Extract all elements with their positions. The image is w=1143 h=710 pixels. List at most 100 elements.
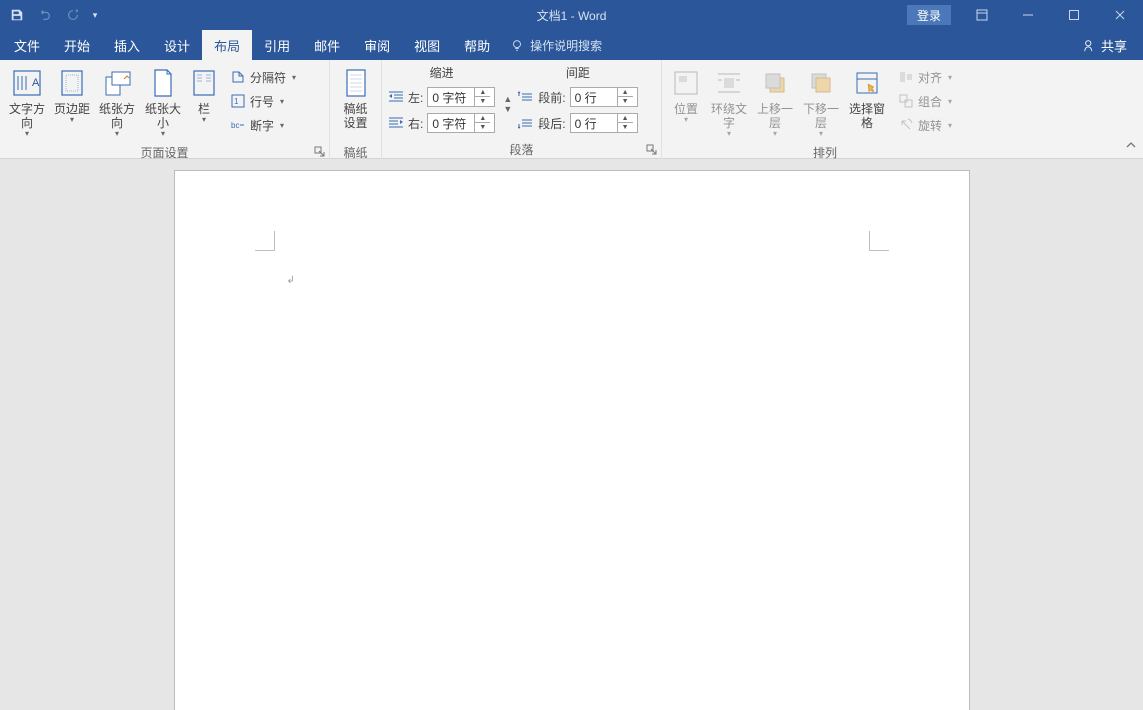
login-button[interactable]: 登录	[907, 5, 951, 25]
margin-corner-tr-icon	[869, 231, 889, 251]
group-objects-label: 组合	[918, 93, 942, 110]
bring-forward-label: 上移一层	[752, 102, 798, 130]
columns-label: 栏	[198, 102, 210, 116]
spacing-before-spinbox[interactable]: ▲▼	[570, 87, 638, 107]
indent-left-down[interactable]: ▼	[475, 97, 490, 106]
size-button[interactable]: 纸张大小 ▾	[140, 64, 186, 140]
bring-forward-button[interactable]: 上移一层 ▾	[752, 64, 798, 140]
breaks-label: 分隔符	[250, 69, 286, 86]
spacing-header: 间距	[518, 64, 637, 83]
rotate-label: 旋转	[918, 117, 942, 134]
redo-button[interactable]	[60, 2, 86, 28]
group-paragraph: 缩进 左: ▲▼ 右: ▲▼	[382, 60, 662, 159]
qat-customize-button[interactable]: ▾	[88, 2, 102, 28]
svg-text:bc: bc	[231, 121, 239, 130]
wrap-text-button[interactable]: 环绕文字 ▾	[706, 64, 752, 140]
indent-right-down[interactable]: ▼	[475, 123, 490, 132]
spacing-before-icon	[518, 89, 534, 105]
align-button[interactable]: 对齐▾	[894, 66, 956, 88]
tab-file[interactable]: 文件	[2, 30, 52, 60]
manuscript-label2: 设置	[343, 116, 367, 130]
text-direction-button[interactable]: A 文字方向 ▾	[4, 64, 50, 140]
breaks-button[interactable]: 分隔符▾	[226, 66, 300, 88]
columns-button[interactable]: 栏 ▾	[186, 64, 222, 140]
title-bar: ▾ 文档1 - Word 登录	[0, 0, 1143, 30]
document-area[interactable]: ↲	[0, 159, 1143, 710]
group-manuscript: 稿纸设置 稿纸	[330, 60, 382, 159]
position-button[interactable]: 位置 ▾	[666, 64, 706, 140]
line-numbers-button[interactable]: 1 行号▾	[226, 90, 300, 112]
rotate-button[interactable]: 旋转▾	[894, 114, 956, 136]
spacing-after-spinbox[interactable]: ▲▼	[570, 113, 638, 133]
tab-help[interactable]: 帮助	[452, 30, 502, 60]
indent-left-icon	[388, 89, 404, 105]
ribbon-display-button[interactable]	[959, 0, 1005, 30]
undo-button[interactable]	[32, 2, 58, 28]
hyphenation-button[interactable]: bc 断字▾	[226, 114, 300, 136]
selection-pane-label: 选择窗格	[844, 102, 890, 130]
tab-design[interactable]: 设计	[152, 30, 202, 60]
group-page-setup: A 文字方向 ▾ 页边距 ▾ 纸张方向 ▾ 纸张大小 ▾ 栏	[0, 60, 330, 159]
group-objects-button[interactable]: 组合▾	[894, 90, 956, 112]
svg-text:A: A	[32, 77, 40, 89]
margin-corner-tl-icon	[255, 231, 275, 251]
spacing-after-label: 段后:	[538, 115, 565, 132]
tab-view[interactable]: 视图	[402, 30, 452, 60]
ribbon-tabbar: 文件 开始 插入 设计 布局 引用 邮件 审阅 视图 帮助 操作说明搜索 共享	[0, 30, 1143, 60]
document-page[interactable]: ↲	[175, 171, 969, 710]
send-backward-button[interactable]: 下移一层 ▾	[798, 64, 844, 140]
indent-left-input[interactable]	[428, 88, 474, 106]
svg-text:1: 1	[234, 97, 239, 106]
spacing-before-down[interactable]: ▼	[618, 97, 633, 106]
tab-layout[interactable]: 布局	[202, 30, 252, 60]
orientation-button[interactable]: 纸张方向 ▾	[94, 64, 140, 140]
manuscript-label1: 稿纸	[343, 102, 367, 116]
send-backward-label: 下移一层	[798, 102, 844, 130]
spacing-before-input[interactable]	[571, 88, 617, 106]
line-numbers-label: 行号	[250, 93, 274, 110]
manuscript-settings-button[interactable]: 稿纸设置	[334, 64, 377, 140]
paragraph-mark-icon: ↲	[287, 275, 295, 286]
page-setup-launcher[interactable]	[313, 146, 327, 160]
close-button[interactable]	[1097, 0, 1143, 30]
indent-right-up[interactable]: ▲	[475, 114, 490, 123]
tab-references[interactable]: 引用	[252, 30, 302, 60]
position-label: 位置	[674, 102, 698, 116]
spacing-after-input[interactable]	[571, 114, 617, 132]
group-arrange: 位置 ▾ 环绕文字 ▾ 上移一层 ▾ 下移一层 ▾ 选择窗格	[662, 60, 988, 159]
tab-review[interactable]: 审阅	[352, 30, 402, 60]
margins-button[interactable]: 页边距 ▾	[50, 64, 94, 140]
indent-header: 缩进	[388, 64, 495, 83]
quick-access-toolbar: ▾	[0, 2, 106, 28]
align-label: 对齐	[918, 69, 942, 86]
spacing-after-icon	[518, 115, 534, 131]
orientation-label: 纸张方向	[94, 102, 140, 130]
spacing-before-up[interactable]: ▲	[618, 88, 633, 97]
spacing-after-up[interactable]: ▲	[618, 114, 633, 123]
indent-left-label: 左:	[408, 89, 423, 106]
paragraph-launcher[interactable]	[645, 144, 659, 158]
ribbon: A 文字方向 ▾ 页边距 ▾ 纸张方向 ▾ 纸张大小 ▾ 栏	[0, 60, 1143, 159]
tab-mailings[interactable]: 邮件	[302, 30, 352, 60]
share-button[interactable]: 共享	[1069, 36, 1141, 55]
group-paragraph-label: 段落	[382, 141, 661, 159]
save-button[interactable]	[4, 2, 30, 28]
indent-right-icon	[388, 115, 404, 131]
tab-insert[interactable]: 插入	[102, 30, 152, 60]
indent-left-spinbox[interactable]: ▲▼	[427, 87, 495, 107]
document-title: 文档1 - Word	[537, 7, 607, 24]
minimize-button[interactable]	[1005, 0, 1051, 30]
maximize-button[interactable]	[1051, 0, 1097, 30]
indent-right-input[interactable]	[428, 114, 474, 132]
indent-left-up[interactable]: ▲	[475, 88, 490, 97]
link-indicator-icon: ▲▼	[501, 80, 514, 128]
selection-pane-button[interactable]: 选择窗格	[844, 64, 890, 140]
spacing-before-label: 段前:	[538, 89, 565, 106]
size-label: 纸张大小	[140, 102, 186, 130]
wrap-text-label: 环绕文字	[706, 102, 752, 130]
tell-me-search[interactable]: 操作说明搜索	[502, 37, 610, 54]
collapse-ribbon-button[interactable]	[1125, 139, 1137, 154]
indent-right-spinbox[interactable]: ▲▼	[427, 113, 495, 133]
tab-home[interactable]: 开始	[52, 30, 102, 60]
spacing-after-down[interactable]: ▼	[618, 123, 633, 132]
